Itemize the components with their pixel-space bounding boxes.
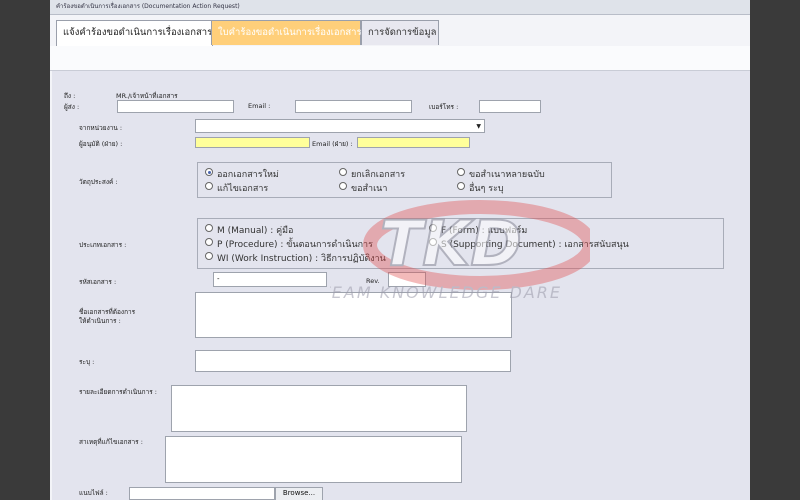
- to-label: ถึง :: [64, 92, 76, 100]
- doctype-label: ประเภทเอกสาร :: [79, 241, 127, 249]
- email-label: Email :: [248, 102, 271, 110]
- attach-label: แนบไฟล์ :: [79, 489, 108, 497]
- department-label: จากหน่วยงาน :: [79, 124, 123, 132]
- radio-icon: [205, 252, 213, 260]
- radio-icon: [205, 238, 213, 246]
- app-window: คำร้องขอดำเนินการเรื่องเอกสาร (Documenta…: [50, 0, 750, 500]
- doccode-label: รหัสเอกสาร :: [79, 278, 117, 286]
- approver-email-input[interactable]: [357, 137, 470, 148]
- tab-data-management[interactable]: การจัดการข้อมูล: [361, 20, 439, 45]
- details-textarea[interactable]: [171, 385, 467, 432]
- radio-icon: [205, 224, 213, 232]
- doccode-input[interactable]: -: [213, 272, 327, 287]
- objective-option-edit[interactable]: แก้ไขเอกสาร: [205, 181, 268, 195]
- reason-textarea[interactable]: [165, 436, 462, 483]
- attach-file-input[interactable]: [129, 487, 275, 500]
- browse-button[interactable]: Browse...: [275, 487, 323, 500]
- radio-icon: [429, 238, 437, 246]
- specify-input[interactable]: [195, 350, 511, 372]
- radio-icon: [205, 168, 213, 176]
- doctype-option-procedure[interactable]: P (Procedure) : ขั้นตอนการดำเนินการ: [205, 237, 373, 251]
- approver-email-label: Email (ฝ่าย) :: [312, 140, 353, 148]
- rev-input[interactable]: [388, 272, 426, 287]
- tab-request-form[interactable]: ใบคำร้องขอดำเนินการเรื่องเอกสาร: [211, 20, 362, 45]
- docname-label-line2: ให้ดำเนินการ :: [79, 317, 121, 325]
- phone-input[interactable]: [479, 100, 541, 113]
- objective-option-other[interactable]: อื่นๆ ระบุ: [457, 181, 504, 195]
- doctype-option-supporting[interactable]: S (Supporting Document) : เอกสารสนับสนุน: [429, 237, 629, 251]
- objective-label: วัตถุประสงค์ :: [79, 178, 118, 186]
- tab-content-header: [50, 46, 750, 71]
- radio-icon: [339, 168, 347, 176]
- sender-input[interactable]: [117, 100, 234, 113]
- docname-textarea[interactable]: [195, 292, 512, 338]
- rev-label: Rev.: [366, 277, 380, 285]
- reason-label: สาเหตุที่แก้ไขเอกสาร :: [79, 438, 143, 446]
- window-title: คำร้องขอดำเนินการเรื่องเอกสาร (Documenta…: [50, 0, 750, 15]
- doctype-option-form[interactable]: F (Form) : แบบฟอร์ม: [429, 223, 527, 237]
- objective-option-multi-copy[interactable]: ขอสำเนาหลายฉบับ: [457, 167, 545, 181]
- objective-option-cancel[interactable]: ยกเลิกเอกสาร: [339, 167, 405, 181]
- details-label: รายละเอียดการดำเนินการ :: [79, 388, 157, 396]
- email-input[interactable]: [295, 100, 412, 113]
- radio-icon: [339, 182, 347, 190]
- doctype-option-work-instruction[interactable]: WI (Work Instruction) : วิธีการปฏิบัติงา…: [205, 251, 386, 265]
- doctype-option-manual[interactable]: M (Manual) : คู่มือ: [205, 223, 293, 237]
- radio-icon: [457, 182, 465, 190]
- department-select[interactable]: ▼: [195, 119, 485, 133]
- phone-label: เบอร์โทร :: [429, 103, 459, 111]
- approver-label: ผู้อนุมัติ (ฝ่าย) :: [79, 140, 123, 148]
- approver-input[interactable]: [195, 137, 310, 148]
- objective-option-copy[interactable]: ขอสำเนา: [339, 181, 387, 195]
- radio-icon: [205, 182, 213, 190]
- objective-option-new[interactable]: ออกเอกสารใหม่: [205, 167, 279, 181]
- sender-label: ผู้ส่ง :: [64, 103, 80, 111]
- radio-icon: [429, 224, 437, 232]
- form-panel: ถึง : MR./เจ้าหน้าที่เอกสาร ผู้ส่ง : Ema…: [52, 71, 750, 500]
- radio-icon: [457, 168, 465, 176]
- specify-label: ระบุ :: [79, 358, 95, 366]
- tab-request-notify[interactable]: แจ้งคำร้องขอดำเนินการเรื่องเอกสาร: [56, 20, 213, 47]
- dropdown-arrow-icon: ▼: [476, 123, 481, 130]
